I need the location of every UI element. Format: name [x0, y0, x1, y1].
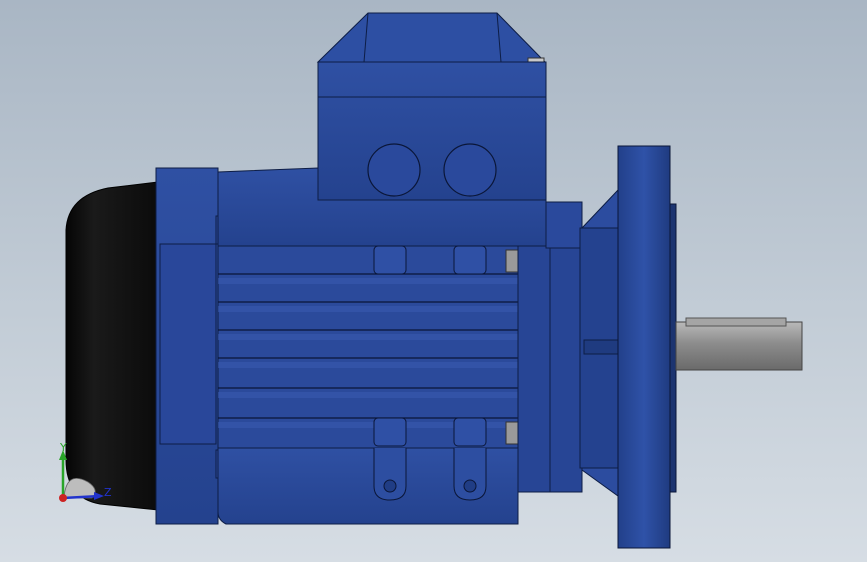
x-axis-origin	[59, 494, 67, 502]
terminal-box-lid	[316, 12, 547, 63]
terminal-box	[317, 61, 547, 203]
mounting-flange	[617, 145, 671, 549]
cable-gland-right	[443, 143, 497, 197]
cable-gland-left	[367, 143, 421, 197]
3d-viewport[interactable]: Y Z	[0, 0, 867, 562]
motor-model[interactable]	[0, 0, 867, 562]
coordinate-triad: Y Z	[59, 441, 112, 502]
z-axis-label: Z	[104, 486, 112, 499]
output-shaft	[675, 321, 803, 371]
shaft-key	[685, 317, 787, 327]
y-axis-label: Y	[59, 441, 67, 454]
